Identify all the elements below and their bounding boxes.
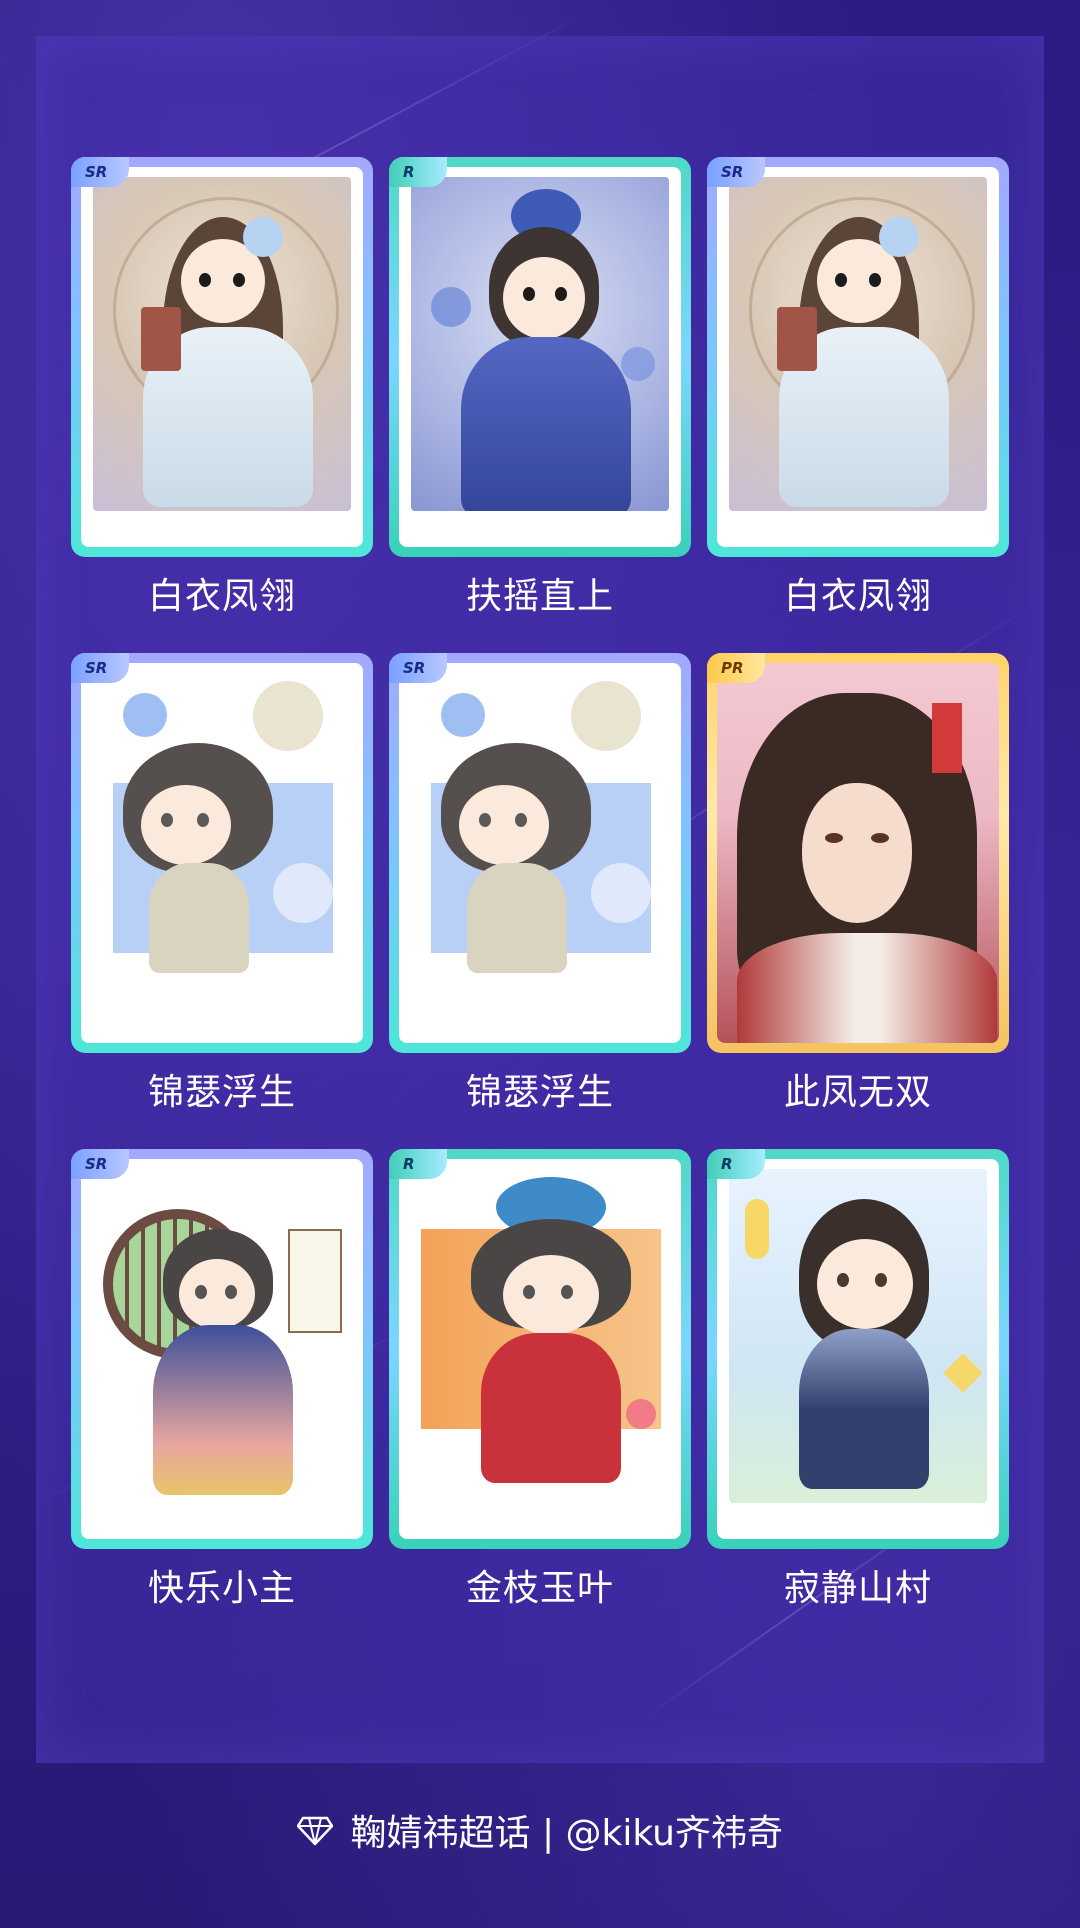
- card-item[interactable]: SR 快乐小主: [71, 1149, 373, 1611]
- hair-flower-decoration: [243, 217, 283, 257]
- card-item[interactable]: SR 锦瑟浮生: [71, 653, 373, 1115]
- rarity-badge: SR: [71, 157, 129, 187]
- eye-icon: [161, 813, 173, 827]
- eye-icon: [837, 1273, 849, 1287]
- sparkle-decoration: [943, 1353, 983, 1393]
- eye-icon: [561, 1285, 573, 1299]
- card-frame[interactable]: R: [707, 1149, 1009, 1549]
- card-artwork: [717, 663, 999, 1043]
- dandelion-decoration: [253, 681, 323, 751]
- character-face: [817, 1239, 913, 1329]
- character-face: [459, 785, 549, 865]
- character-robe: [461, 337, 631, 511]
- book-prop: [777, 307, 817, 371]
- hair-ribbon-decoration: [932, 703, 962, 773]
- rarity-badge: SR: [71, 1149, 129, 1179]
- eye-icon: [825, 833, 843, 843]
- character-face: [179, 1259, 255, 1329]
- bubble-decoration: [123, 693, 167, 737]
- eye-icon: [555, 287, 567, 301]
- character-face: [141, 785, 231, 865]
- card-artwork: [93, 177, 351, 511]
- eye-icon: [515, 813, 527, 827]
- footer-text: 鞠婧祎超话 | @kiku齐祎奇: [350, 1813, 783, 1854]
- card-artwork: [729, 1169, 987, 1503]
- card-artwork: [729, 177, 987, 511]
- card-artwork: [411, 673, 669, 1007]
- bubble-decoration: [591, 863, 651, 923]
- bubble-decoration: [273, 863, 333, 923]
- bubble-decoration: [441, 693, 485, 737]
- card-frame[interactable]: R: [389, 1149, 691, 1549]
- eye-icon: [233, 273, 245, 287]
- diamond-icon: [296, 1811, 334, 1859]
- eye-icon: [835, 273, 847, 287]
- card-frame[interactable]: SR: [71, 653, 373, 1053]
- card-name: 白衣凤翎: [783, 576, 932, 617]
- card-item[interactable]: SR 锦瑟浮生: [389, 653, 691, 1115]
- card-item[interactable]: R 寂静山村: [707, 1149, 1009, 1611]
- dandelion-decoration: [571, 681, 641, 751]
- card-item[interactable]: R 金枝玉叶: [389, 1149, 691, 1611]
- hair-flower-decoration: [879, 217, 919, 257]
- character-robe: [799, 1329, 929, 1489]
- card-name: 锦瑟浮生: [465, 1072, 614, 1113]
- sparkle-decoration: [745, 1199, 769, 1259]
- card-frame[interactable]: SR: [707, 157, 1009, 557]
- eye-icon: [479, 813, 491, 827]
- rarity-badge: SR: [389, 653, 447, 683]
- rarity-badge: R: [707, 1149, 765, 1179]
- character-robe: [149, 863, 249, 973]
- eye-icon: [195, 1285, 207, 1299]
- card-item[interactable]: PR 此凤无双: [707, 653, 1009, 1115]
- character-robe: [481, 1333, 621, 1483]
- character-face: [503, 1255, 599, 1335]
- card-frame[interactable]: R: [389, 157, 691, 557]
- butterfly-decoration: [621, 347, 655, 381]
- footer-watermark: 鞠婧祎超话 | @kiku齐祎奇: [0, 1810, 1080, 1859]
- character-robe: [737, 933, 997, 1043]
- book-prop: [141, 307, 181, 371]
- card-frame[interactable]: SR: [389, 653, 691, 1053]
- card-item[interactable]: R 扶摇直上: [389, 157, 691, 619]
- card-name: 白衣凤翎: [147, 576, 296, 617]
- character-robe: [153, 1325, 293, 1495]
- card-name: 锦瑟浮生: [147, 1072, 296, 1113]
- eye-icon: [875, 1273, 887, 1287]
- rarity-badge: SR: [71, 653, 129, 683]
- card-artwork: [411, 1169, 669, 1503]
- hanging-scroll-decoration: [288, 1229, 342, 1333]
- card-frame[interactable]: PR: [707, 653, 1009, 1053]
- eye-icon: [199, 273, 211, 287]
- character-face: [503, 257, 585, 339]
- eye-icon: [523, 1285, 535, 1299]
- card-name: 寂静山村: [783, 1568, 932, 1609]
- card-artwork: [93, 1169, 351, 1503]
- character-face: [802, 783, 912, 923]
- card-name: 金枝玉叶: [465, 1568, 614, 1609]
- card-name: 扶摇直上: [465, 576, 614, 617]
- card-name: 此凤无双: [783, 1072, 932, 1113]
- eye-icon: [871, 833, 889, 843]
- card-artwork: [93, 673, 351, 1007]
- rarity-badge: SR: [707, 157, 765, 187]
- card-item[interactable]: SR 白衣凤翎: [71, 157, 373, 619]
- butterfly-decoration: [431, 287, 471, 327]
- eye-icon: [523, 287, 535, 301]
- card-frame[interactable]: SR: [71, 1149, 373, 1549]
- character-robe: [467, 863, 567, 973]
- card-item[interactable]: SR 白衣凤翎: [707, 157, 1009, 619]
- card-name: 快乐小主: [147, 1568, 296, 1609]
- eye-icon: [197, 813, 209, 827]
- rarity-badge: R: [389, 157, 447, 187]
- card-frame[interactable]: SR: [71, 157, 373, 557]
- rarity-badge: R: [389, 1149, 447, 1179]
- eye-icon: [225, 1285, 237, 1299]
- heart-icon: [626, 1399, 656, 1429]
- card-artwork: [411, 177, 669, 511]
- eye-icon: [869, 273, 881, 287]
- rarity-badge: PR: [707, 653, 765, 683]
